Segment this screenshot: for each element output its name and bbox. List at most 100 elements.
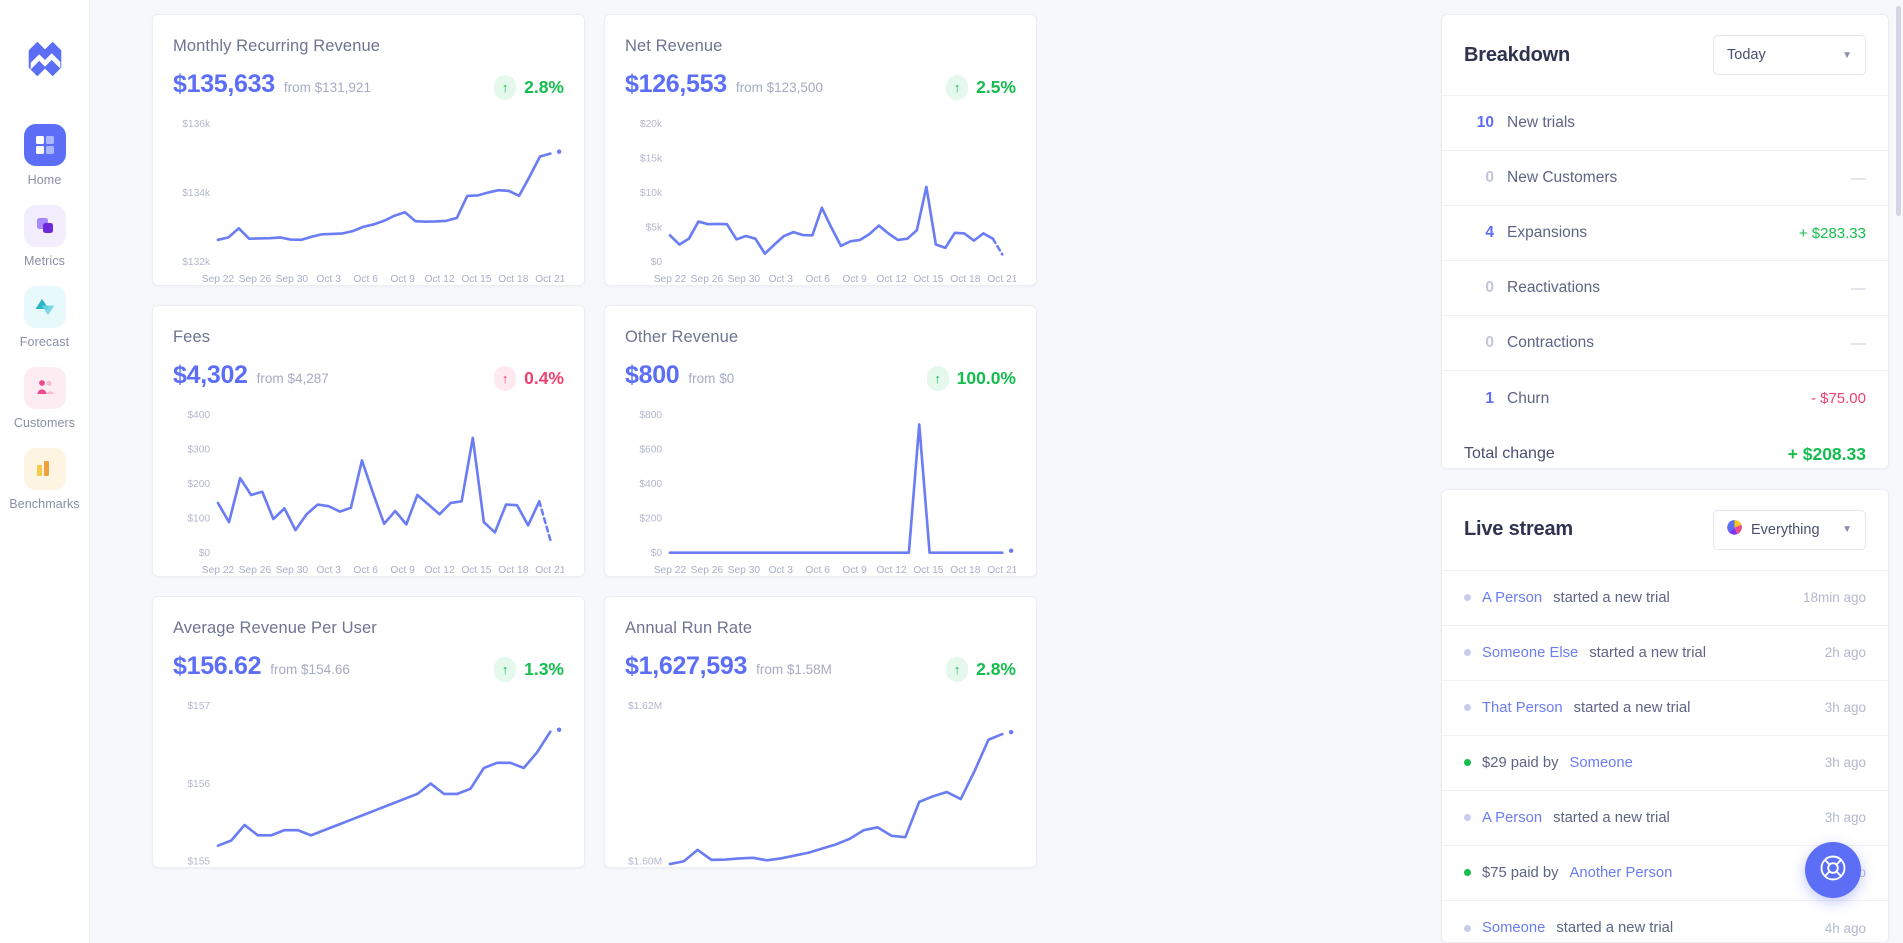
livestream-row-text: started a new trial bbox=[1589, 644, 1707, 661]
svg-text:$157: $157 bbox=[187, 701, 210, 712]
lifebuoy-icon bbox=[1818, 853, 1848, 888]
livestream-row-link[interactable]: That Person bbox=[1482, 700, 1563, 716]
livestream-row-link[interactable]: Someone bbox=[1570, 755, 1633, 771]
metric-card-from-label: from bbox=[688, 371, 716, 386]
metric-card[interactable]: Average Revenue Per User $156.62 from $1… bbox=[152, 596, 585, 868]
status-dot-icon bbox=[1464, 869, 1471, 877]
svg-text:Oct 21: Oct 21 bbox=[535, 274, 564, 285]
metric-card-from-label: from bbox=[735, 80, 763, 95]
breakdown-period-value: Today bbox=[1727, 47, 1766, 63]
breakdown-row-label: Reactivations bbox=[1507, 279, 1601, 296]
breakdown-row[interactable]: 4 Expansions + $283.33 bbox=[1442, 206, 1888, 261]
breakdown-row-value: — bbox=[1851, 334, 1866, 352]
status-dot-icon bbox=[1464, 814, 1471, 822]
breakdown-row-count: 0 bbox=[1485, 334, 1494, 351]
breakdown-title: Breakdown bbox=[1464, 43, 1571, 66]
sidebar-item-benchmarks[interactable]: Benchmarks bbox=[0, 448, 90, 511]
pie-chart-icon bbox=[1727, 520, 1742, 539]
status-dot-icon bbox=[1464, 759, 1471, 767]
sidebar-item-label: Forecast bbox=[19, 335, 70, 349]
breakdown-row-count: 0 bbox=[1485, 279, 1494, 296]
arrow-up-icon: ↑ bbox=[494, 366, 517, 391]
breakdown-row[interactable]: 0 Reactivations — bbox=[1442, 261, 1888, 316]
sidebar-item-forecast[interactable]: Forecast bbox=[0, 286, 90, 349]
layers-icon bbox=[23, 205, 66, 247]
svg-text:$100: $100 bbox=[187, 514, 210, 525]
svg-text:Oct 21: Oct 21 bbox=[987, 565, 1016, 576]
metric-card[interactable]: Monthly Recurring Revenue $135,633 from … bbox=[152, 14, 585, 286]
svg-text:$200: $200 bbox=[639, 514, 662, 525]
svg-text:Oct 6: Oct 6 bbox=[353, 274, 378, 285]
svg-text:$136k: $136k bbox=[182, 119, 211, 130]
metric-card-delta: ↑ 2.5% bbox=[946, 75, 1016, 100]
svg-text:Sep 30: Sep 30 bbox=[276, 565, 309, 576]
breakdown-row[interactable]: 1 Churn - $75.00 bbox=[1442, 371, 1888, 426]
breakdown-row[interactable]: 10 New trials bbox=[1442, 96, 1888, 151]
page-scrollbar[interactable] bbox=[1896, 6, 1901, 216]
breakdown-row-count: 4 bbox=[1485, 224, 1494, 241]
breakdown-row-value: — bbox=[1851, 169, 1866, 187]
livestream-row-link[interactable]: Another Person bbox=[1570, 865, 1673, 881]
svg-text:$800: $800 bbox=[639, 410, 662, 421]
breakdown-row[interactable]: 0 New Customers — bbox=[1442, 151, 1888, 206]
livestream-row-text: started a new trial bbox=[1553, 589, 1670, 606]
breakdown-total-row: Total change + $208.33 bbox=[1442, 426, 1888, 468]
svg-text:Sep 30: Sep 30 bbox=[728, 565, 761, 576]
metric-card-title: Other Revenue bbox=[625, 328, 739, 346]
svg-text:Oct 18: Oct 18 bbox=[950, 274, 980, 285]
metric-card-figures: $126,553 from $123,500 ↑ 2.5% bbox=[625, 70, 1016, 100]
svg-text:$200: $200 bbox=[187, 479, 210, 490]
breakdown-row-label: New Customers bbox=[1507, 169, 1618, 186]
breakdown-period-select[interactable]: Today ▼ bbox=[1713, 35, 1866, 75]
main-content: Monthly Recurring Revenue $135,633 from … bbox=[90, 0, 1903, 943]
metric-card[interactable]: Other Revenue $800 from $0 ↑ 100.0% $0 $2… bbox=[604, 305, 1037, 577]
livestream-row-time: 2h ago bbox=[1824, 645, 1866, 661]
livestream-row-link[interactable]: A Person bbox=[1482, 590, 1542, 606]
livestream-row-time: 18min ago bbox=[1802, 590, 1866, 606]
support-button[interactable] bbox=[1805, 842, 1861, 898]
svg-text:Sep 22: Sep 22 bbox=[654, 565, 687, 576]
sidebar-item-customers[interactable]: Customers bbox=[0, 367, 90, 430]
metric-card-sparkline: $132k $134k $136k Sep 22 Sep 26 Sep 30 Oct 3 Oc… bbox=[173, 116, 564, 287]
metric-card[interactable]: Net Revenue $126,553 from $123,500 ↑ 2.5… bbox=[604, 14, 1037, 286]
sidebar-item-metrics[interactable]: Metrics bbox=[0, 205, 90, 268]
metric-card-from-value: $123,500 bbox=[766, 80, 823, 95]
livestream-row[interactable]: Someone started a new trial 4h ago bbox=[1442, 901, 1888, 942]
metric-card-value: $156.62 bbox=[173, 652, 262, 680]
breakdown-row-label: Expansions bbox=[1507, 224, 1588, 241]
livestream-row[interactable]: $29 paid by Someone 3h ago bbox=[1442, 736, 1888, 791]
svg-text:$400: $400 bbox=[187, 410, 210, 421]
breakdown-total-label: Total change bbox=[1464, 445, 1555, 462]
metric-card[interactable]: Fees $4,302 from $4,287 ↑ 0.4% $0 $100 $20… bbox=[152, 305, 585, 577]
livestream-row[interactable]: A Person started a new trial 18min ago bbox=[1442, 571, 1888, 626]
breakdown-row[interactable]: 0 Contractions — bbox=[1442, 316, 1888, 371]
livestream-row[interactable]: Someone Else started a new trial 2h ago bbox=[1442, 626, 1888, 681]
metric-card-from-label: from bbox=[283, 80, 311, 95]
svg-text:$155: $155 bbox=[187, 857, 210, 868]
metric-card-value: $4,302 bbox=[173, 361, 248, 389]
baremetrics-logo[interactable] bbox=[22, 36, 68, 82]
chevron-down-icon: ▼ bbox=[1842, 524, 1852, 536]
metric-card-delta-pct: 100.0% bbox=[956, 368, 1016, 388]
svg-text:$600: $600 bbox=[639, 445, 662, 456]
svg-text:$5k: $5k bbox=[646, 223, 663, 234]
metric-card-title: Average Revenue Per User bbox=[173, 619, 377, 637]
livestream-row[interactable]: A Person started a new trial 3h ago bbox=[1442, 791, 1888, 846]
svg-text:Oct 18: Oct 18 bbox=[498, 274, 528, 285]
breakdown-row-label: Contractions bbox=[1507, 334, 1595, 351]
livestream-filter-select[interactable]: Everything ▼ bbox=[1713, 509, 1866, 550]
svg-text:Oct 12: Oct 12 bbox=[876, 565, 906, 576]
metric-card-sparkline: $0 $5k $10k $15k $20k Sep 22 Sep 26 Sep 30 Oct 3… bbox=[625, 116, 1016, 287]
svg-text:Oct 12: Oct 12 bbox=[424, 274, 454, 285]
livestream-row-link[interactable]: A Person bbox=[1482, 810, 1542, 826]
arrow-up-icon: ↑ bbox=[494, 75, 517, 100]
sidebar-item-home[interactable]: Home bbox=[0, 124, 90, 187]
svg-text:$1.60M: $1.60M bbox=[628, 857, 662, 868]
metric-card[interactable]: Annual Run Rate $1,627,593 from $1.58M ↑… bbox=[604, 596, 1037, 868]
svg-text:Oct 12: Oct 12 bbox=[876, 274, 906, 285]
svg-text:Oct 6: Oct 6 bbox=[805, 274, 830, 285]
livestream-row-link[interactable]: Someone bbox=[1482, 920, 1545, 936]
metric-card-from-value: $154.66 bbox=[301, 662, 350, 677]
livestream-row[interactable]: That Person started a new trial 3h ago bbox=[1442, 681, 1888, 736]
livestream-row-link[interactable]: Someone Else bbox=[1482, 645, 1578, 661]
